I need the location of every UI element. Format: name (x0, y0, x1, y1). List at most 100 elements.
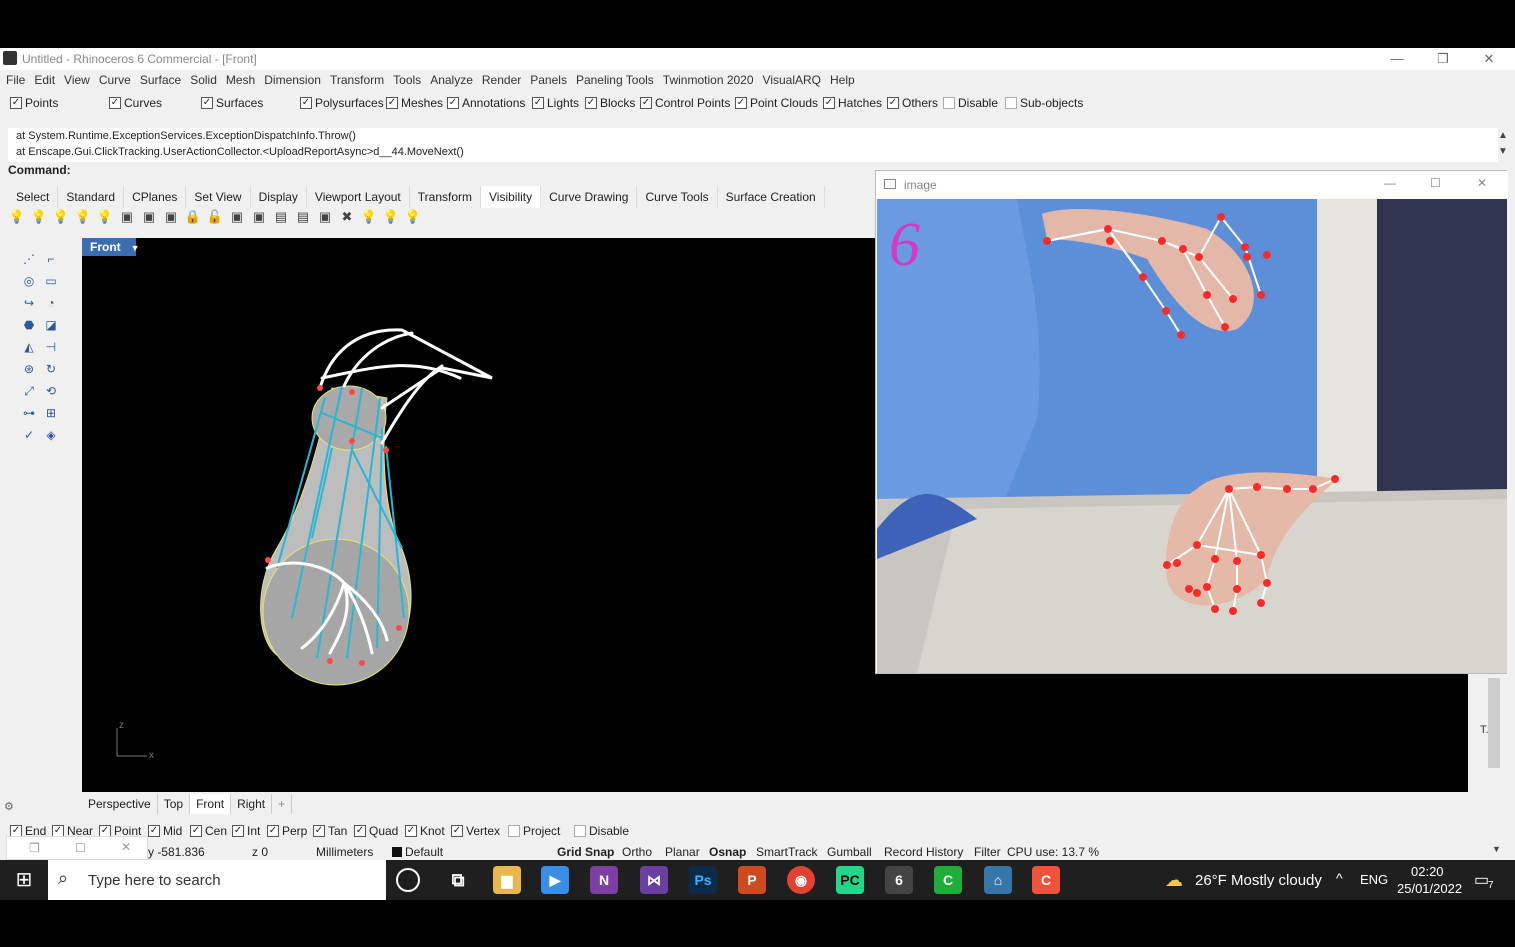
photoshop-icon[interactable]: Ps (689, 866, 717, 894)
python-icon[interactable]: ⌂ (984, 866, 1012, 894)
remove-from-view-icon[interactable]: ✖ (338, 208, 356, 226)
dimension-tool-icon[interactable]: ⊣ (42, 338, 60, 356)
show-objects-icon[interactable]: 💡 (8, 208, 26, 226)
command-prompt[interactable]: Command: (8, 163, 71, 177)
camtasia-icon[interactable]: C (934, 866, 962, 894)
menu-render[interactable]: Render (482, 70, 521, 90)
tab-viewport-layout[interactable]: Viewport Layout (307, 186, 410, 208)
hide-objects-icon[interactable]: 💡 (30, 208, 48, 226)
close-button[interactable]: ✕ (1474, 50, 1504, 68)
unlock-icon[interactable]: 🔓 (206, 208, 224, 226)
osnap-perp[interactable]: ✓ Perp (267, 824, 307, 838)
menu-twinmotion[interactable]: Twinmotion 2020 (663, 70, 754, 90)
tab-visibility[interactable]: Visibility (481, 186, 542, 208)
filter-hatches[interactable]: ✓ Hatches (823, 96, 882, 110)
smarttrack-toggle[interactable]: SmartTrack (756, 844, 818, 860)
tab-set-view[interactable]: Set View (186, 186, 251, 208)
hide-in-view-icon[interactable]: ▣ (316, 208, 334, 226)
osnap-vertex[interactable]: ✓ Vertex (451, 824, 500, 838)
start-button[interactable]: ⊞ (0, 860, 48, 900)
hide-swap-icon[interactable]: 💡 (74, 208, 92, 226)
scroll-down-icon[interactable]: ▼ (1498, 146, 1508, 157)
render-tool-icon[interactable]: ◈ (42, 426, 60, 444)
menu-solid[interactable]: Solid (190, 70, 217, 90)
image-close-button[interactable]: ✕ (1477, 176, 1487, 190)
filter-control-points[interactable]: ✓ Control Points (640, 96, 730, 110)
menu-paneling-tools[interactable]: Paneling Tools (576, 70, 654, 90)
filter-points[interactable]: ✓ Points (10, 96, 58, 110)
tab-standard[interactable]: Standard (58, 186, 125, 208)
tab-surface-creation[interactable]: Surface Creation (718, 186, 825, 208)
surface-tool-icon[interactable]: ◪ (42, 316, 60, 334)
tab-transform[interactable]: Transform (410, 186, 481, 208)
chrome-icon[interactable]: ◉ (787, 866, 815, 894)
weather-icon[interactable]: ☁ (1165, 870, 1183, 891)
filter-disable[interactable]: Disable (943, 96, 998, 110)
rectangle-tool-icon[interactable]: ▭ (42, 272, 60, 290)
osnap-cen[interactable]: ✓ Cen (190, 824, 227, 838)
cortana-icon[interactable] (396, 868, 420, 892)
menu-curve[interactable]: Curve (99, 70, 131, 90)
array-tool-icon[interactable]: ⟲ (42, 382, 60, 400)
tray-chevron-icon[interactable]: ^ (1336, 870, 1343, 886)
image-window-titlebar[interactable]: image — ☐ ✕ (876, 171, 1508, 199)
command-history[interactable]: at System.Runtime.ExceptionServices.Exce… (8, 128, 1498, 162)
image-minimize-button[interactable]: — (1384, 176, 1396, 190)
osnap-int[interactable]: ✓ Int (232, 824, 260, 838)
filter-surfaces[interactable]: ✓ Surfaces (201, 96, 263, 110)
show-selected-icon[interactable]: 💡 (52, 208, 70, 226)
hide-curves-icon[interactable]: ▣ (140, 208, 158, 226)
filter-annotations[interactable]: ✓ Annotations (447, 96, 525, 110)
taskbar-search[interactable]: ⌕ Type here to search (48, 860, 386, 900)
tab-select[interactable]: Select (8, 186, 59, 208)
move-tool-icon[interactable]: ⤢ (20, 382, 38, 400)
transform-tool-icon[interactable]: ↻ (42, 360, 60, 378)
app-c-icon[interactable]: C (1032, 866, 1060, 894)
restore-button[interactable]: ❐ (1428, 50, 1458, 68)
menu-panels[interactable]: Panels (530, 70, 567, 90)
filter-toggle[interactable]: Filter (974, 844, 1001, 860)
settings-gear-icon[interactable]: ⚙ (4, 800, 14, 813)
filter-polysurfaces[interactable]: ✓ Polysurfaces (300, 96, 384, 110)
viewport-title[interactable]: Front ▼ (82, 238, 140, 256)
scroll-up-icon[interactable]: ▲ (1498, 130, 1508, 141)
filter-point-clouds[interactable]: ✓ Point Clouds (735, 96, 818, 110)
osnap-mid[interactable]: ✓ Mid (148, 824, 182, 838)
osnap-project[interactable]: Project (508, 824, 560, 838)
check-tool-icon[interactable]: ✓ (20, 426, 38, 444)
circle-tool-icon[interactable]: ◎ (20, 272, 38, 290)
osnap-tan[interactable]: ✓ Tan (313, 824, 347, 838)
osnap-disable[interactable]: Disable (574, 824, 629, 838)
notification-icon[interactable]: ▭ (1474, 870, 1489, 890)
point-tool-icon[interactable]: ⋰ (20, 250, 38, 268)
tab-display[interactable]: Display (251, 186, 307, 208)
status-units[interactable]: Millimeters (316, 844, 373, 860)
filter-curves[interactable]: ✓ Curves (109, 96, 162, 110)
lock-swap-icon-2[interactable]: ▣ (250, 208, 268, 226)
language-indicator[interactable]: ENG (1360, 872, 1388, 887)
bulb-1-icon[interactable]: 💡 (360, 208, 378, 226)
add-viewport-icon[interactable]: + (272, 794, 293, 814)
weather-text[interactable]: 26°F Mostly cloudy (1195, 872, 1322, 889)
tab-curve-tools[interactable]: Curve Tools (637, 186, 718, 208)
tab-cplanes[interactable]: CPlanes (124, 186, 187, 208)
ortho-toggle[interactable]: Ortho (622, 844, 652, 860)
gumball-toggle[interactable]: Gumball (827, 844, 872, 860)
hide-points-icon[interactable]: ▣ (118, 208, 136, 226)
polyline-tool-icon[interactable]: ⌐ (42, 250, 60, 268)
osnap-toggle[interactable]: Osnap (709, 844, 746, 860)
mesh-tool-icon[interactable]: ◭ (20, 338, 38, 356)
lock-swap-icon[interactable]: ▣ (162, 208, 180, 226)
curve-tool-icon[interactable]: ↪ (20, 294, 38, 312)
menu-surface[interactable]: Surface (140, 70, 181, 90)
vp-tab-perspective[interactable]: Perspective (82, 794, 158, 814)
menu-edit[interactable]: Edit (34, 70, 55, 90)
vp-tab-front[interactable]: Front (190, 794, 232, 814)
menu-transform[interactable]: Transform (330, 70, 384, 90)
unlock-selected-icon[interactable]: ▣ (228, 208, 246, 226)
pycharm-icon[interactable]: PC (836, 866, 864, 894)
rhino-taskbar-icon[interactable]: 6 (885, 866, 913, 894)
task-view-icon[interactable]: ⧉ (444, 866, 472, 894)
osnap-knot[interactable]: ✓ Knot (405, 824, 445, 838)
onenote-icon[interactable]: N (590, 866, 618, 894)
